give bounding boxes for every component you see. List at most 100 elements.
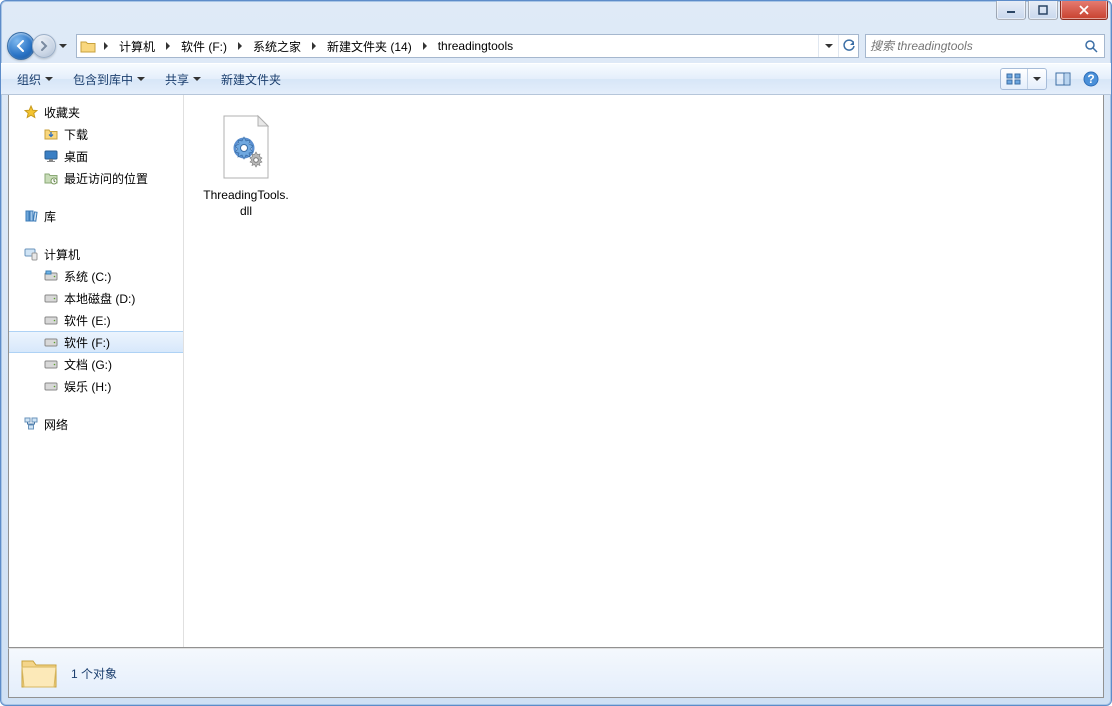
chevron-right-icon (104, 42, 108, 50)
drive-icon (43, 312, 59, 328)
breadcrumb-segment[interactable]: 系统之家 (247, 35, 307, 57)
view-mode-dropdown[interactable] (1028, 69, 1046, 89)
chevron-down-icon (59, 44, 67, 48)
breadcrumb-root-arrow[interactable] (99, 35, 113, 57)
sidebar-item-drive-g[interactable]: 文档 (G:) (9, 353, 183, 375)
organize-button[interactable]: 组织 (9, 67, 61, 92)
sidebar-item-drive-d[interactable]: 本地磁盘 (D:) (9, 287, 183, 309)
drive-icon (43, 268, 59, 284)
include-library-button[interactable]: 包含到库中 (65, 67, 153, 92)
search-icon[interactable] (1082, 39, 1100, 53)
breadcrumb-arrow[interactable] (161, 35, 175, 57)
chevron-right-icon (238, 42, 242, 50)
breadcrumb-segment[interactable]: 软件 (F:) (175, 35, 233, 57)
sidebar-item-label: 文档 (G:) (64, 356, 112, 373)
dll-file-icon (214, 112, 278, 184)
sidebar-libraries-group: 库 (9, 205, 183, 227)
share-button[interactable]: 共享 (157, 67, 209, 92)
breadcrumb-segment[interactable]: 计算机 (113, 35, 161, 57)
toolbar-label: 新建文件夹 (221, 71, 281, 88)
titlebar (1, 1, 1111, 29)
preview-pane-button[interactable] (1051, 67, 1075, 91)
close-button[interactable] (1060, 0, 1108, 20)
toolbar-label: 包含到库中 (73, 71, 133, 88)
sidebar-favorites[interactable]: 收藏夹 (9, 101, 183, 123)
sidebar-item-label: 软件 (F:) (64, 334, 110, 351)
breadcrumb-segment[interactable]: 新建文件夹 (14) (321, 35, 418, 57)
chevron-right-icon (312, 42, 316, 50)
chevron-down-icon (137, 77, 145, 81)
sidebar-item-drive-h[interactable]: 娱乐 (H:) (9, 375, 183, 397)
view-mode-icon[interactable] (1001, 69, 1027, 89)
breadcrumb-segment[interactable]: threadingtools (432, 35, 519, 57)
sidebar-item-label: 桌面 (64, 148, 88, 165)
sidebar-item-downloads[interactable]: 下载 (9, 123, 183, 145)
maximize-button[interactable] (1028, 0, 1058, 20)
sidebar-computer[interactable]: 计算机 (9, 243, 183, 265)
sidebar-item-label: 最近访问的位置 (64, 170, 148, 187)
drive-icon (43, 334, 59, 350)
sidebar-item-drive-c[interactable]: 系统 (C:) (9, 265, 183, 287)
help-button[interactable]: ? (1079, 67, 1103, 91)
sidebar-item-drive-e[interactable]: 软件 (E:) (9, 309, 183, 331)
toolbar: 组织 包含到库中 共享 新建文件夹 ? (1, 63, 1111, 95)
search-box[interactable] (865, 34, 1105, 58)
explorer-window: 计算机 软件 (F:) 系统之家 新建文件夹 (14) threadingtoo… (0, 0, 1112, 706)
address-bar[interactable]: 计算机 软件 (F:) 系统之家 新建文件夹 (14) threadingtoo… (76, 34, 859, 58)
sidebar-item-desktop[interactable]: 桌面 (9, 145, 183, 167)
drive-icon (43, 356, 59, 372)
file-name-label: ThreadingTools.dll (201, 188, 291, 219)
sidebar: 收藏夹 下载 桌面 最 (9, 95, 184, 647)
folder-large-icon (19, 653, 59, 693)
chevron-down-icon (1033, 77, 1041, 81)
chevron-down-icon (45, 77, 53, 81)
recent-icon (43, 170, 59, 186)
chevron-down-icon (825, 44, 833, 48)
breadcrumb-item: 软件 (F:) (175, 35, 247, 57)
new-folder-button[interactable]: 新建文件夹 (213, 67, 289, 92)
chevron-right-icon (166, 42, 170, 50)
toolbar-label: 组织 (17, 71, 41, 88)
sidebar-item-label: 收藏夹 (44, 104, 80, 121)
sidebar-item-drive-f[interactable]: 软件 (F:) (9, 331, 183, 353)
forward-button[interactable] (32, 34, 56, 58)
sidebar-network[interactable]: 网络 (9, 413, 183, 435)
view-mode-button[interactable] (1000, 68, 1047, 90)
minimize-button[interactable] (996, 0, 1026, 20)
sidebar-network-group: 网络 (9, 413, 183, 435)
nav-history-dropdown[interactable] (56, 37, 70, 55)
download-icon (43, 126, 59, 142)
sidebar-item-label: 库 (44, 208, 56, 225)
breadcrumb-item: 新建文件夹 (14) (321, 35, 432, 57)
back-button[interactable] (7, 32, 35, 60)
sidebar-libraries[interactable]: 库 (9, 205, 183, 227)
computer-icon (23, 246, 39, 262)
address-dropdown-button[interactable] (818, 35, 838, 57)
breadcrumb-arrow[interactable] (233, 35, 247, 57)
content-area[interactable]: ThreadingTools.dll (184, 95, 1103, 647)
sidebar-item-label: 软件 (E:) (64, 312, 111, 329)
sidebar-item-label: 本地磁盘 (D:) (64, 290, 135, 307)
breadcrumb-arrow[interactable] (418, 35, 432, 57)
details-pane: 1 个对象 (8, 648, 1104, 698)
breadcrumb-arrow[interactable] (307, 35, 321, 57)
file-item[interactable]: ThreadingTools.dll (196, 107, 296, 224)
breadcrumb-item: 系统之家 (247, 35, 321, 57)
folder-icon (77, 35, 99, 57)
sidebar-item-label: 计算机 (44, 246, 80, 263)
libraries-icon (23, 208, 39, 224)
nav-back-forward (7, 32, 70, 60)
star-icon (23, 104, 39, 120)
sidebar-item-label: 网络 (44, 416, 68, 433)
breadcrumb-item: 计算机 (113, 35, 175, 57)
search-input[interactable] (870, 39, 1082, 53)
sidebar-item-recent[interactable]: 最近访问的位置 (9, 167, 183, 189)
address-bar-buttons (818, 35, 858, 57)
body: 收藏夹 下载 桌面 最 (8, 95, 1104, 648)
sidebar-item-label: 下载 (64, 126, 88, 143)
network-icon (23, 416, 39, 432)
refresh-button[interactable] (838, 35, 858, 57)
sidebar-item-label: 系统 (C:) (64, 268, 111, 285)
sidebar-computer-group: 计算机 系统 (C:) 本地磁盘 (D:) (9, 243, 183, 397)
sidebar-item-label: 娱乐 (H:) (64, 378, 111, 395)
